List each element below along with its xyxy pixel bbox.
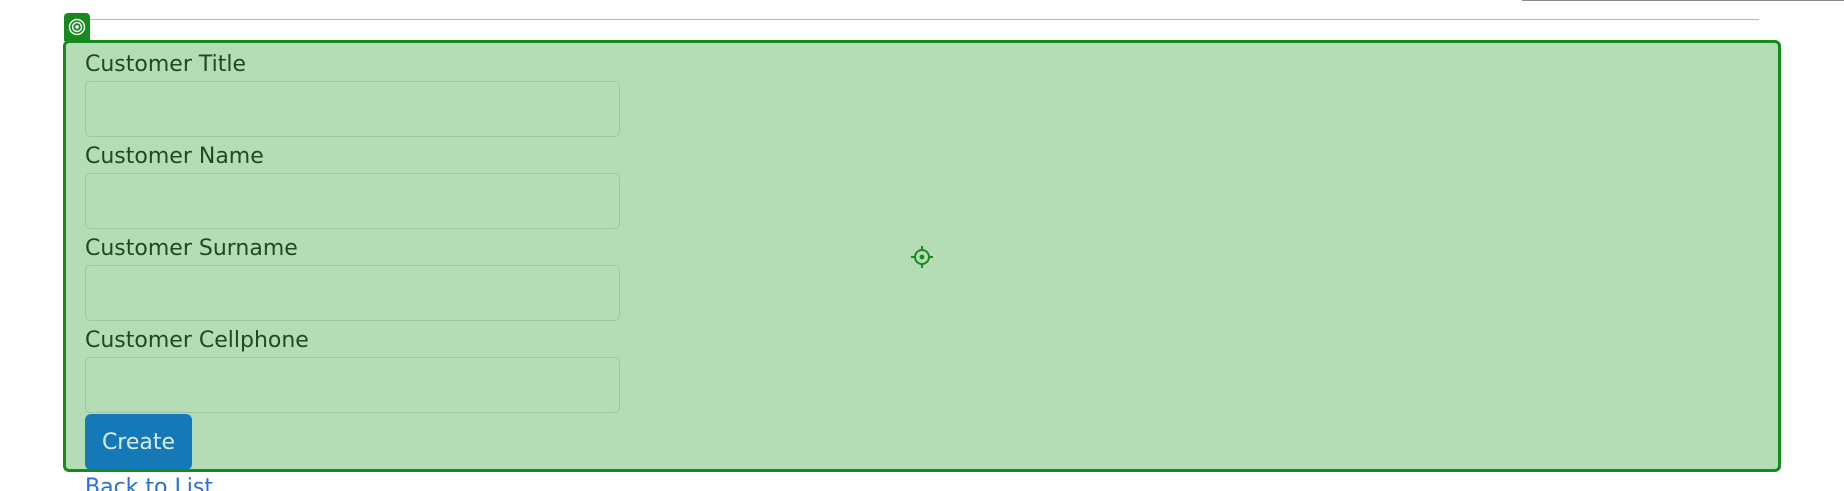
form-group-surname: Customer Surname — [85, 234, 620, 326]
customer-name-input[interactable] — [85, 173, 620, 229]
create-button[interactable]: Create — [85, 414, 192, 470]
customer-surname-input[interactable] — [85, 265, 620, 321]
page: Customer Title Customer Name Customer Su… — [0, 0, 1844, 491]
top-divider — [75, 19, 1759, 20]
crosshair-icon — [911, 246, 933, 268]
target-icon — [68, 18, 86, 36]
customer-surname-label: Customer Surname — [85, 236, 298, 261]
form-group-name: Customer Name — [85, 142, 620, 234]
customer-cellphone-input[interactable] — [85, 357, 620, 413]
customer-cellphone-label: Customer Cellphone — [85, 328, 309, 353]
customer-form: Customer Title Customer Name Customer Su… — [85, 50, 620, 418]
customer-name-label: Customer Name — [85, 144, 264, 169]
customer-title-label: Customer Title — [85, 52, 247, 77]
customer-title-input[interactable] — [85, 81, 620, 137]
back-to-list-link[interactable]: Back to List — [85, 473, 213, 491]
overlay-badge[interactable] — [64, 13, 90, 41]
form-group-cellphone: Customer Cellphone — [85, 326, 620, 418]
form-group-title: Customer Title — [85, 50, 620, 142]
top-right-frame — [1522, 0, 1844, 1]
